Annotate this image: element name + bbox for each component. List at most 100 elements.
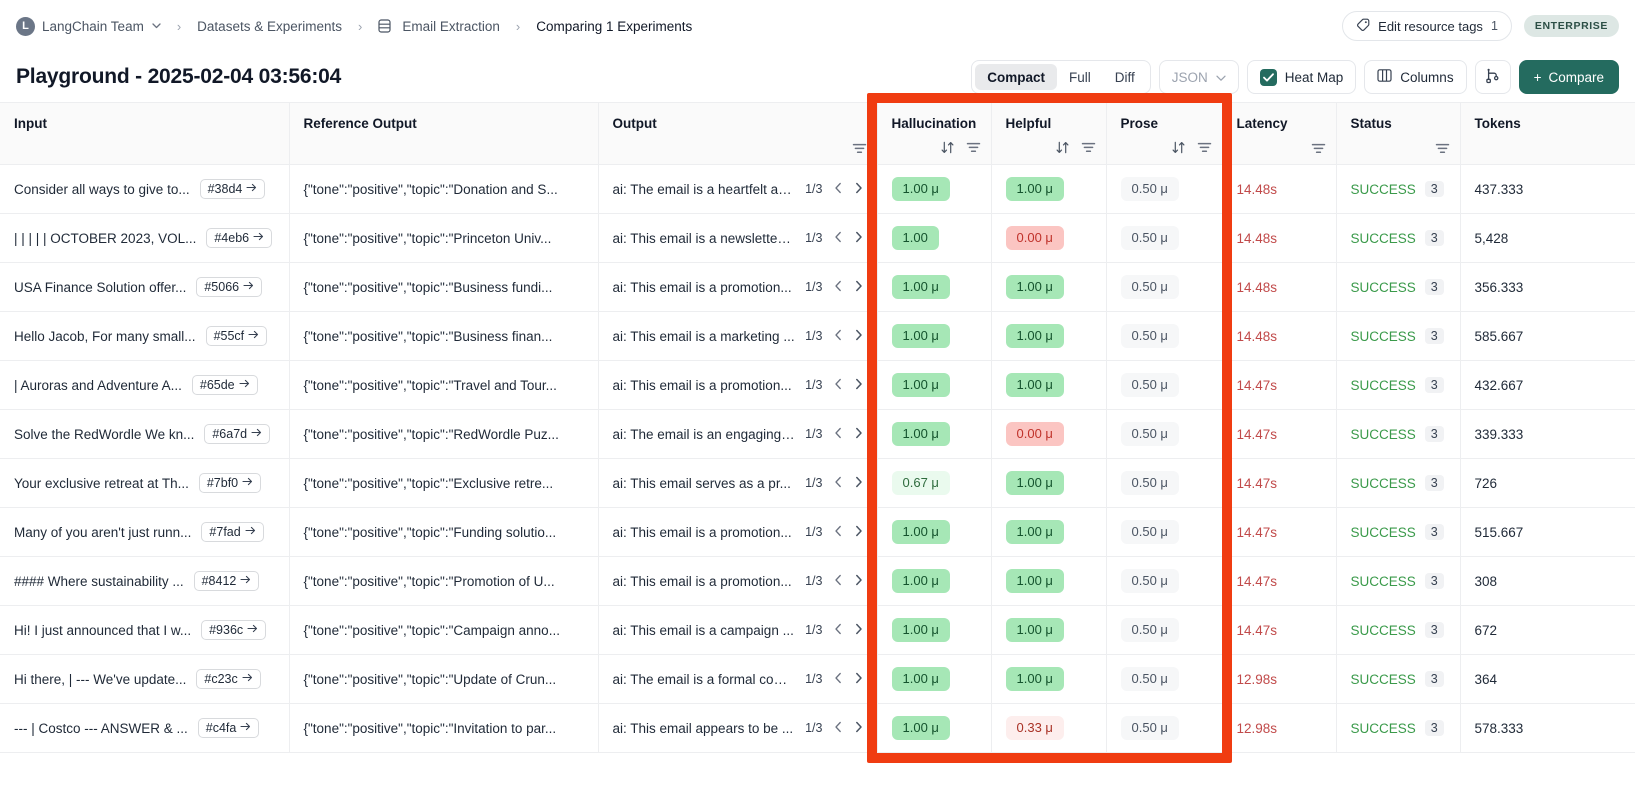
cell-output[interactable]: ai: The email is an engaging,...1/3 — [598, 410, 877, 459]
cell-prose[interactable]: 0.50 μ — [1106, 361, 1222, 410]
table-row[interactable]: Solve the RedWordle We kn...#6a7d{"tone"… — [0, 410, 1635, 459]
cell-hallucination[interactable]: 1.00 μ — [877, 655, 991, 704]
cell-prose[interactable]: 0.50 μ — [1106, 557, 1222, 606]
cell-reference-output[interactable]: {"tone":"positive","topic":"Funding solu… — [289, 508, 598, 557]
cell-output[interactable]: ai: This email appears to be ...1/3 — [598, 704, 877, 753]
table-row[interactable]: Consider all ways to give to...#38d4{"to… — [0, 165, 1635, 214]
cell-output[interactable]: ai: This email is a promotion...1/3 — [598, 508, 877, 557]
filter-icon[interactable] — [966, 141, 981, 154]
cell-output[interactable]: ai: This email serves as a pr...1/3 — [598, 459, 877, 508]
cell-reference-output[interactable]: {"tone":"positive","topic":"Travel and T… — [289, 361, 598, 410]
cell-output[interactable]: ai: This email is a promotion...1/3 — [598, 361, 877, 410]
cell-output[interactable]: ai: This email is a marketing ...1/3 — [598, 312, 877, 361]
table-row[interactable]: | | | | | OCTOBER 2023, VOL...#4eb6{"ton… — [0, 214, 1635, 263]
view-mode-compact[interactable]: Compact — [975, 64, 1057, 90]
prev-output-icon[interactable] — [834, 574, 843, 589]
column-header-output[interactable]: Output — [598, 103, 877, 165]
next-output-icon[interactable] — [854, 427, 863, 442]
breadcrumb-item-email-extraction[interactable]: Email Extraction — [402, 19, 500, 34]
next-output-icon[interactable] — [854, 329, 863, 344]
share-branch-button[interactable] — [1475, 60, 1511, 94]
filter-icon[interactable] — [1435, 142, 1450, 155]
cell-hallucination[interactable]: 1.00 μ — [877, 606, 991, 655]
cell-input[interactable]: Many of you aren't just runn...#7fad — [0, 508, 289, 557]
cell-input[interactable]: Consider all ways to give to...#38d4 — [0, 165, 289, 214]
cell-hallucination[interactable]: 1.00 μ — [877, 508, 991, 557]
next-output-icon[interactable] — [854, 378, 863, 393]
cell-helpful[interactable]: 1.00 μ — [991, 361, 1106, 410]
example-id-chip[interactable]: #8412 — [194, 571, 260, 591]
breadcrumb-org[interactable]: LangChain Team — [42, 19, 144, 34]
json-dropdown[interactable]: JSON — [1159, 60, 1239, 94]
columns-button[interactable]: Columns — [1364, 60, 1466, 94]
prev-output-icon[interactable] — [834, 672, 843, 687]
column-header-input[interactable]: Input — [0, 103, 289, 165]
cell-helpful[interactable]: 1.00 μ — [991, 459, 1106, 508]
cell-reference-output[interactable]: {"tone":"positive","topic":"Business fin… — [289, 312, 598, 361]
cell-input[interactable]: | | | | | OCTOBER 2023, VOL...#4eb6 — [0, 214, 289, 263]
cell-helpful[interactable]: 1.00 μ — [991, 508, 1106, 557]
cell-reference-output[interactable]: {"tone":"positive","topic":"Business fun… — [289, 263, 598, 312]
cell-reference-output[interactable]: {"tone":"positive","topic":"Donation and… — [289, 165, 598, 214]
next-output-icon[interactable] — [854, 672, 863, 687]
table-row[interactable]: --- | Costco --- ANSWER & ...#c4fa{"tone… — [0, 704, 1635, 753]
table-row[interactable]: Many of you aren't just runn...#7fad{"to… — [0, 508, 1635, 557]
next-output-icon[interactable] — [854, 231, 863, 246]
table-row[interactable]: USA Finance Solution offer...#5066{"tone… — [0, 263, 1635, 312]
table-row[interactable]: Hi there, | --- We've update...#c23c{"to… — [0, 655, 1635, 704]
cell-input[interactable]: USA Finance Solution offer...#5066 — [0, 263, 289, 312]
breadcrumb-item-datasets[interactable]: Datasets & Experiments — [197, 19, 342, 34]
cell-input[interactable]: Hello Jacob, For many small...#55cf — [0, 312, 289, 361]
cell-hallucination[interactable]: 1.00 μ — [877, 312, 991, 361]
next-output-icon[interactable] — [854, 525, 863, 540]
cell-helpful[interactable]: 1.00 μ — [991, 655, 1106, 704]
example-id-chip[interactable]: #6a7d — [204, 424, 270, 444]
table-row[interactable]: Hello Jacob, For many small...#55cf{"ton… — [0, 312, 1635, 361]
cell-prose[interactable]: 0.50 μ — [1106, 165, 1222, 214]
cell-helpful[interactable]: 1.00 μ — [991, 263, 1106, 312]
column-header-tokens[interactable]: Tokens — [1460, 103, 1635, 165]
checkbox-checked-icon[interactable] — [1260, 69, 1277, 86]
view-mode-diff[interactable]: Diff — [1103, 64, 1147, 90]
example-id-chip[interactable]: #7fad — [201, 522, 263, 542]
next-output-icon[interactable] — [854, 574, 863, 589]
example-id-chip[interactable]: #c23c — [196, 669, 260, 689]
cell-input[interactable]: --- | Costco --- ANSWER & ...#c4fa — [0, 704, 289, 753]
example-id-chip[interactable]: #55cf — [206, 326, 268, 346]
prev-output-icon[interactable] — [834, 329, 843, 344]
cell-helpful[interactable]: 1.00 μ — [991, 165, 1106, 214]
chevron-down-icon[interactable] — [152, 21, 161, 31]
compare-button[interactable]: + Compare — [1519, 60, 1619, 94]
next-output-icon[interactable] — [854, 721, 863, 736]
cell-reference-output[interactable]: {"tone":"positive","topic":"Update of Cr… — [289, 655, 598, 704]
filter-icon[interactable] — [1197, 141, 1212, 154]
cell-input[interactable]: Hi there, | --- We've update...#c23c — [0, 655, 289, 704]
cell-hallucination[interactable]: 1.00 μ — [877, 263, 991, 312]
cell-hallucination[interactable]: 1.00 μ — [877, 557, 991, 606]
heat-map-toggle[interactable]: Heat Map — [1247, 60, 1357, 94]
cell-reference-output[interactable]: {"tone":"positive","topic":"Promotion of… — [289, 557, 598, 606]
cell-prose[interactable]: 0.50 μ — [1106, 606, 1222, 655]
example-id-chip[interactable]: #7bf0 — [199, 473, 261, 493]
cell-helpful[interactable]: 1.00 μ — [991, 312, 1106, 361]
next-output-icon[interactable] — [854, 182, 863, 197]
next-output-icon[interactable] — [854, 623, 863, 638]
column-header-status[interactable]: Status — [1336, 103, 1460, 165]
view-mode-full[interactable]: Full — [1057, 64, 1103, 90]
column-header-helpful[interactable]: Helpful — [991, 103, 1106, 165]
cell-prose[interactable]: 0.50 μ — [1106, 312, 1222, 361]
cell-prose[interactable]: 0.50 μ — [1106, 704, 1222, 753]
filter-icon[interactable] — [1311, 142, 1326, 155]
filter-icon[interactable] — [1081, 141, 1096, 154]
prev-output-icon[interactable] — [834, 525, 843, 540]
prev-output-icon[interactable] — [834, 427, 843, 442]
cell-hallucination[interactable]: 1.00 μ — [877, 410, 991, 459]
column-header-latency[interactable]: Latency — [1222, 103, 1336, 165]
example-id-chip[interactable]: #38d4 — [200, 179, 266, 199]
table-row[interactable]: | Auroras and Adventure A...#65de{"tone"… — [0, 361, 1635, 410]
next-output-icon[interactable] — [854, 476, 863, 491]
cell-input[interactable]: Solve the RedWordle We kn...#6a7d — [0, 410, 289, 459]
table-row[interactable]: Hi! I just announced that I w...#936c{"t… — [0, 606, 1635, 655]
table-row[interactable]: #### Where sustainability ...#8412{"tone… — [0, 557, 1635, 606]
cell-helpful[interactable]: 1.00 μ — [991, 557, 1106, 606]
